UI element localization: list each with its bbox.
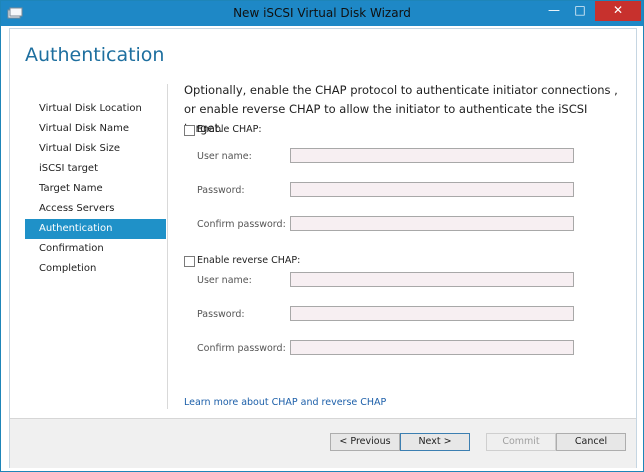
title-bar[interactable]: New iSCSI Virtual Disk Wizard — □ ✕ [1, 1, 643, 26]
enable-chap-label: Enable CHAP: [197, 124, 262, 135]
commit-button[interactable]: Commit [486, 433, 556, 451]
reverse-chap-confirm-password-input[interactable] [290, 340, 574, 355]
wizard-window: New iSCSI Virtual Disk Wizard — □ ✕ Auth… [0, 0, 644, 472]
chap-confirm-password-input[interactable] [290, 216, 574, 231]
checkbox-box[interactable] [184, 125, 195, 136]
wizard-content: Authentication Virtual Disk Location Vir… [9, 28, 637, 468]
chap-confirm-password-label: Confirm password: [197, 219, 286, 230]
enable-reverse-chap-label: Enable reverse CHAP: [197, 255, 301, 266]
nav-item-access-servers[interactable]: Access Servers [25, 199, 166, 219]
previous-button[interactable]: < Previous [330, 433, 400, 451]
wizard-footer: < Previous Next > Commit Cancel [10, 418, 636, 468]
enable-reverse-chap-checkbox[interactable]: Enable reverse CHAP: [184, 255, 344, 269]
nav-divider [167, 84, 168, 409]
chap-user-name-input[interactable] [290, 148, 574, 163]
nav-item-virtual-disk-location[interactable]: Virtual Disk Location [25, 99, 166, 119]
checkbox-box[interactable] [184, 256, 195, 267]
reverse-chap-user-name-input[interactable] [290, 272, 574, 287]
nav-item-confirmation[interactable]: Confirmation [25, 239, 166, 259]
enable-chap-checkbox[interactable]: Enable CHAP: [184, 124, 344, 138]
page-title: Authentication [25, 44, 165, 66]
chap-password-input[interactable] [290, 182, 574, 197]
nav-item-target-name[interactable]: Target Name [25, 179, 166, 199]
maximize-icon[interactable]: □ [567, 1, 593, 21]
minimize-icon[interactable]: — [541, 1, 567, 21]
chap-user-name-label: User name: [197, 151, 252, 162]
reverse-chap-confirm-password-label: Confirm password: [197, 343, 286, 354]
nav-item-virtual-disk-size[interactable]: Virtual Disk Size [25, 139, 166, 159]
chap-password-label: Password: [197, 185, 245, 196]
nav-item-completion[interactable]: Completion [25, 259, 166, 279]
close-icon[interactable]: ✕ [595, 1, 641, 21]
nav-item-iscsi-target[interactable]: iSCSI target [25, 159, 166, 179]
nav-item-authentication[interactable]: Authentication [25, 219, 166, 239]
next-button[interactable]: Next > [400, 433, 470, 451]
cancel-button[interactable]: Cancel [556, 433, 626, 451]
wizard-nav: Virtual Disk Location Virtual Disk Name … [25, 99, 166, 279]
learn-more-chap-link[interactable]: Learn more about CHAP and reverse CHAP [184, 397, 386, 408]
reverse-chap-user-name-label: User name: [197, 275, 252, 286]
nav-item-virtual-disk-name[interactable]: Virtual Disk Name [25, 119, 166, 139]
reverse-chap-password-input[interactable] [290, 306, 574, 321]
reverse-chap-password-label: Password: [197, 309, 245, 320]
